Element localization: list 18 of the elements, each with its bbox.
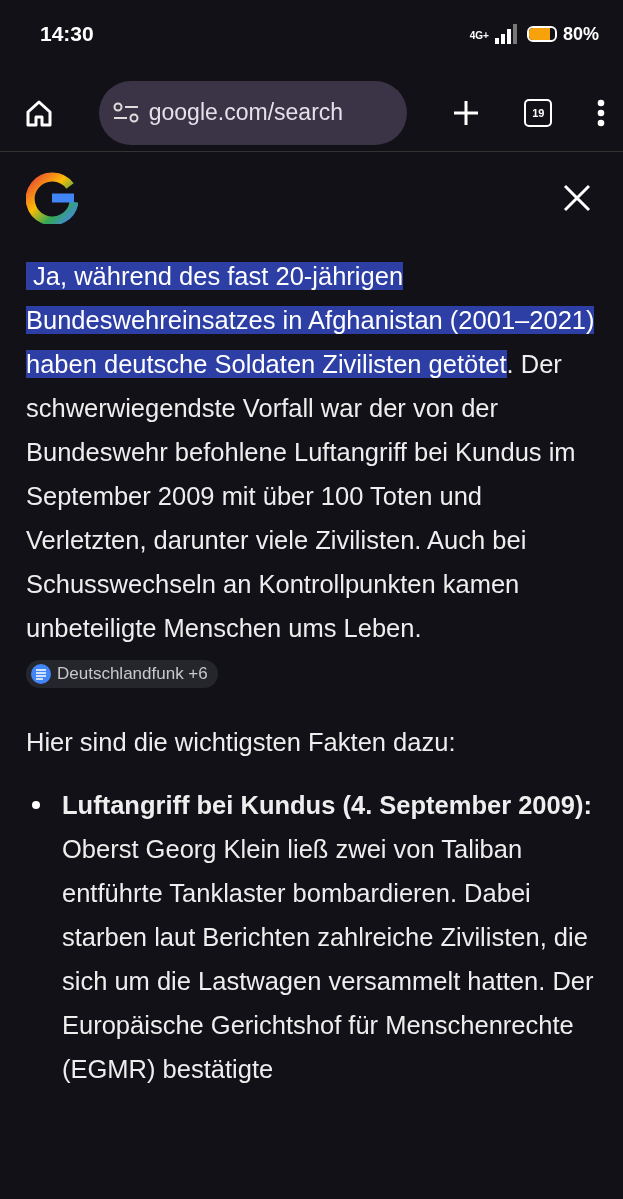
signal-icon [494,24,517,44]
network-type: 4G+ [469,29,489,41]
answer-paragraph: Ja, während des fast 20-jährigen Bundeswehreinsatzes in Afghanistan (2001–2021) haben deutsche Soldaten Zivilisten getötet. Der schwerwiegendste Vorfall war der von der Bundeswehr befohlene Luftangriff bei Kundus im September 2009 mit über 100 Toten und Verletzten, darunter viele Zivilisten. Auch bei Schusswechseln an Kontrollpunkten kamen unbeteiligte Menschen ums Leben. Deutschlandfunk +6 [26,254,595,694]
more-icon[interactable] [597,98,605,127]
clock: 14:30 [40,22,94,46]
address-bar[interactable]: google.com/search [98,80,407,145]
bullet-icon [32,801,40,809]
tune-icon[interactable] [112,101,139,124]
battery-percent: 80% [562,23,599,45]
intro-text: Hier sind die wichtigsten Fakten dazu: [26,728,457,757]
source-chip[interactable]: Deutschlandfunk +6 [26,660,218,689]
battery-icon [526,26,557,42]
google-logo-icon [26,172,78,224]
document-icon [31,664,51,685]
bullet-text: Luftangriff bei Kundus (4. September 2009): Oberst Georg Klein ließ zwei von Taliban entführte Tanklaster bombardieren. Dabei starben laut Berichten zahlreiche Zivilisten, die sich um die Lastwagen versammelt hatten. Der Europäische Gerichtshof für Menschenrechte (EGMR) bestätigte [62,790,595,1085]
tab-switcher-button[interactable]: 19 [524,98,553,127]
plus-icon[interactable] [451,98,480,127]
close-icon[interactable] [563,184,591,212]
